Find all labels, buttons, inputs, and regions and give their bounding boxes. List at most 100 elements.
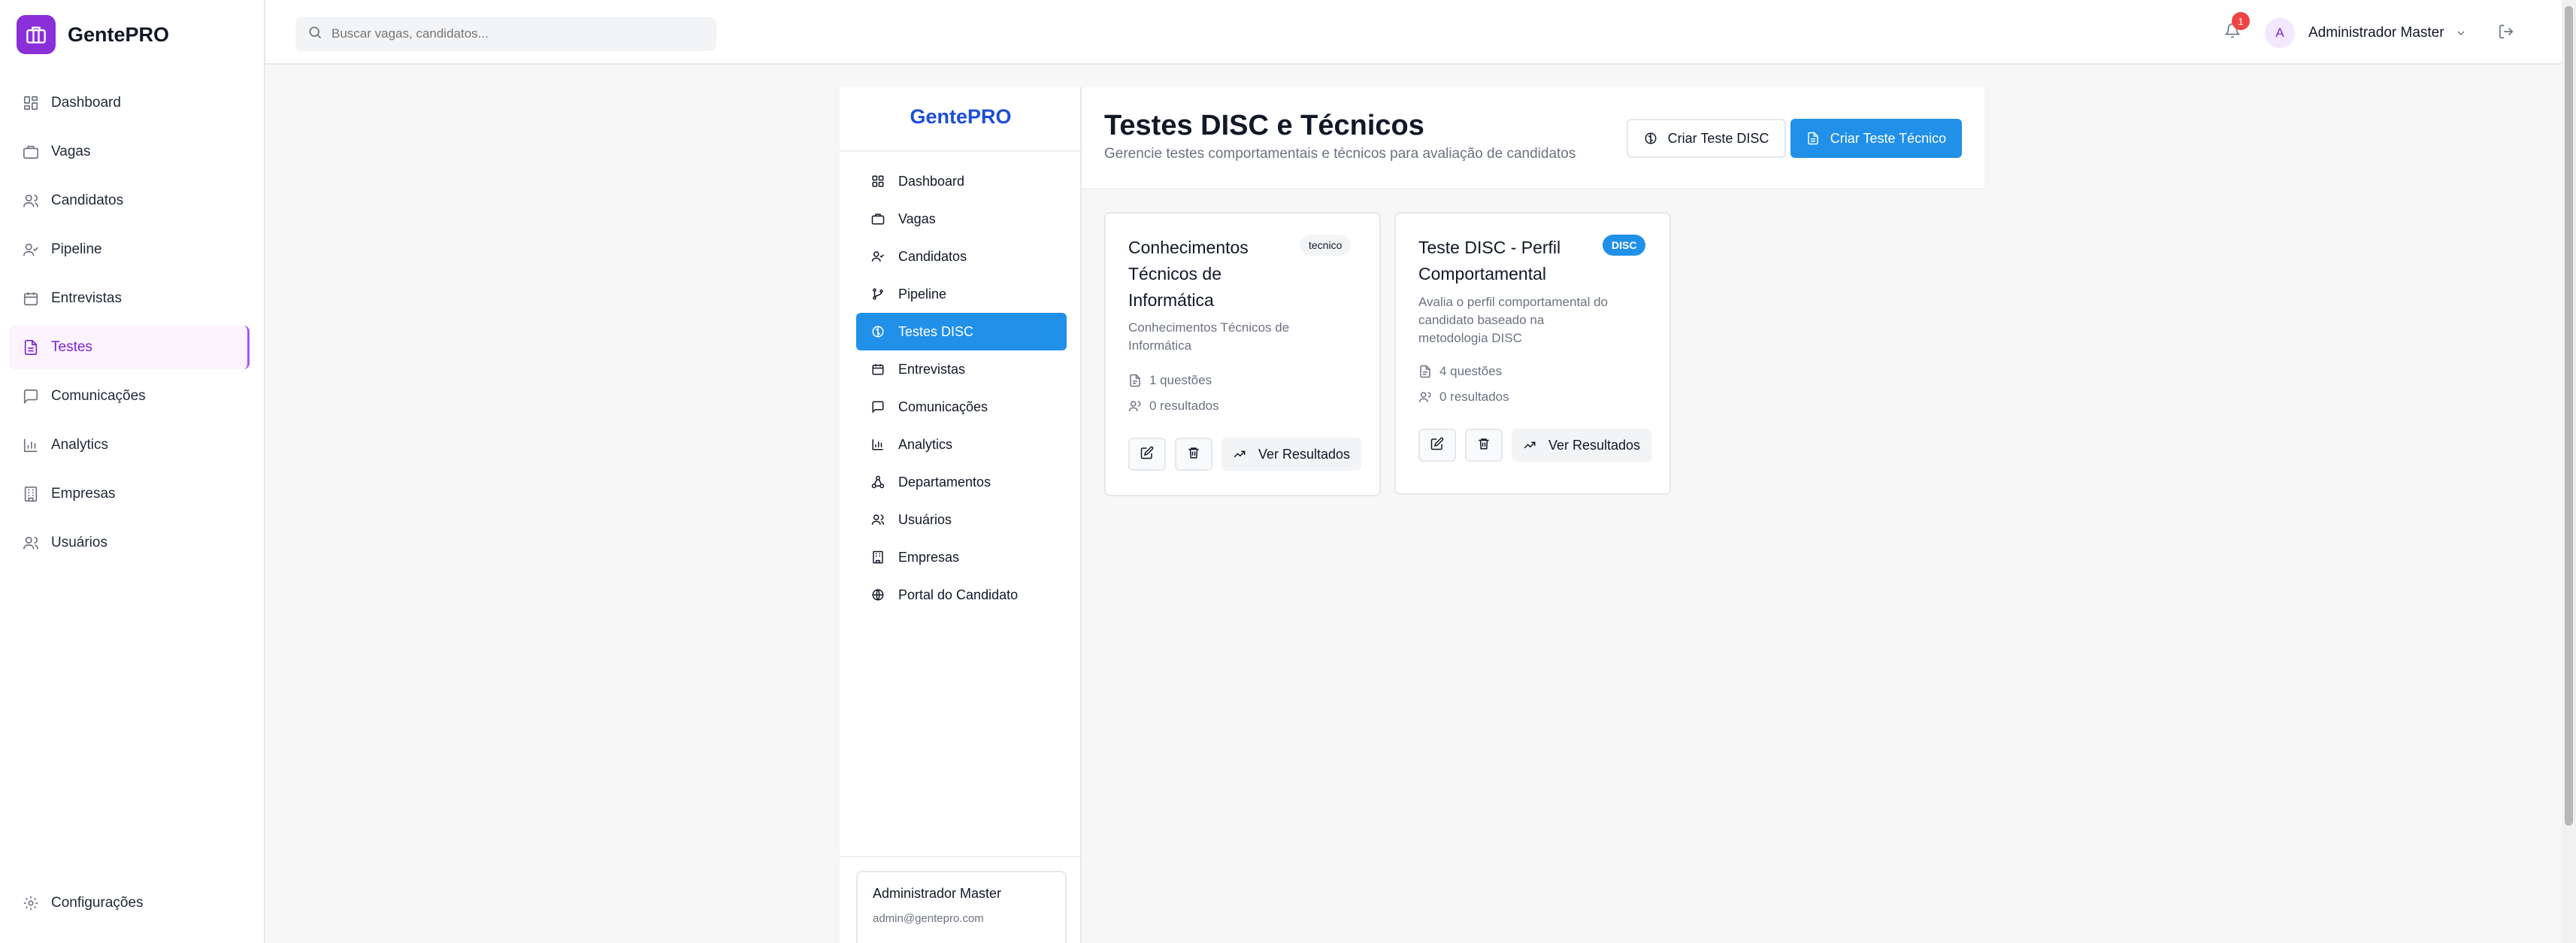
inner-item-candidatos[interactable]: Candidatos: [856, 238, 1067, 275]
inner-item-portal-candidato[interactable]: Portal do Candidato: [856, 576, 1067, 614]
file-text-icon: [21, 338, 41, 357]
inner-item-pipeline[interactable]: Pipeline: [856, 275, 1067, 313]
view-results-button[interactable]: Ver Resultados: [1512, 429, 1651, 462]
results-count-text: 0 resultados: [1149, 399, 1219, 413]
edit-button[interactable]: [1418, 429, 1456, 462]
bar-chart-icon: [870, 436, 886, 453]
sidebar-item-label: Dashboard: [51, 95, 121, 111]
inner-item-label: Portal do Candidato: [898, 587, 1019, 602]
dashboard-icon: [870, 173, 886, 190]
user-check-icon: [870, 248, 886, 265]
inner-item-label: Empresas: [898, 549, 960, 565]
calendar-icon: [870, 361, 886, 378]
edit-icon: [1430, 437, 1444, 454]
sidebar-item-entrevistas[interactable]: Entrevistas: [9, 277, 250, 320]
create-technical-test-button[interactable]: Criar Teste Técnico: [1790, 119, 1962, 158]
top-bar: 1 A Administrador Master: [265, 0, 2562, 65]
sidebar-item-candidatos[interactable]: Candidatos: [9, 179, 250, 223]
inner-item-label: Candidatos: [898, 248, 967, 264]
test-type-badge: DISC: [1603, 235, 1646, 256]
sidebar-item-configuracoes[interactable]: Configurações: [9, 881, 250, 925]
inner-nav: Dashboard Vagas Candidatos Pipeline Test…: [856, 162, 1067, 614]
delete-button[interactable]: [1465, 429, 1503, 462]
trending-up-icon: [1233, 447, 1246, 461]
network-icon: [870, 474, 886, 490]
file-icon: [1128, 374, 1142, 387]
chevron-down-icon: [2455, 27, 2467, 39]
gear-icon: [21, 893, 41, 913]
building-icon: [870, 549, 886, 565]
sidebar-item-label: Entrevistas: [51, 290, 122, 306]
building-icon: [21, 484, 41, 504]
inner-item-label: Vagas: [898, 211, 936, 226]
inner-item-usuarios[interactable]: Usuários: [856, 501, 1067, 538]
inner-user-name: Administrador Master: [873, 886, 1002, 901]
inner-item-dashboard[interactable]: Dashboard: [856, 162, 1067, 200]
view-results-label: Ver Resultados: [1548, 437, 1641, 453]
sidebar-nav: Dashboard Vagas Candidatos Pipeline Entr…: [9, 81, 250, 570]
edit-button[interactable]: [1128, 438, 1166, 471]
sidebar-item-label: Configurações: [51, 895, 144, 911]
calendar-icon: [21, 289, 41, 308]
trash-icon: [1187, 446, 1200, 463]
search-box[interactable]: [295, 17, 716, 51]
inner-item-departamentos[interactable]: Departamentos: [856, 463, 1067, 501]
inner-sidebar: GentePRO Dashboard Vagas Candidatos Pipe…: [840, 87, 1082, 943]
brand-name: GentePRO: [68, 23, 170, 46]
inner-user-card[interactable]: Administrador Master admin@gentepro.com: [856, 871, 1067, 943]
inner-item-analytics[interactable]: Analytics: [856, 426, 1067, 463]
search-input[interactable]: [331, 26, 692, 41]
sidebar: GentePRO Dashboard Vagas Candidatos Pipe…: [0, 0, 265, 943]
message-icon: [870, 399, 886, 415]
users-icon: [870, 511, 886, 528]
delete-button[interactable]: [1175, 438, 1212, 471]
sidebar-item-usuarios[interactable]: Usuários: [9, 521, 250, 565]
page-subtitle: Gerencie testes comportamentais e técnic…: [1104, 146, 1576, 162]
edit-icon: [1140, 446, 1154, 463]
inner-brand[interactable]: GentePRO: [840, 105, 1082, 129]
sidebar-footer: Configurações: [9, 881, 250, 930]
inner-item-vagas[interactable]: Vagas: [856, 200, 1067, 238]
sidebar-item-testes[interactable]: Testes: [9, 326, 250, 369]
inner-item-entrevistas[interactable]: Entrevistas: [856, 350, 1067, 388]
sidebar-item-analytics[interactable]: Analytics: [9, 423, 250, 467]
user-menu[interactable]: A Administrador Master: [2265, 18, 2467, 48]
users-icon: [1418, 390, 1432, 404]
sidebar-item-label: Analytics: [51, 437, 109, 453]
results-count: 0 resultados: [1418, 390, 1509, 405]
inner-item-label: Analytics: [898, 436, 953, 452]
git-branch-icon: [870, 286, 886, 302]
questions-count: 4 questões: [1418, 364, 1502, 379]
scrollbar-thumb[interactable]: [2565, 6, 2573, 826]
inner-item-label: Entrevistas: [898, 361, 966, 377]
sidebar-item-label: Empresas: [51, 486, 116, 502]
test-card-description: Avalia o perfil comportamental do candid…: [1418, 295, 1608, 345]
avatar: A: [2265, 18, 2295, 48]
create-disc-test-button[interactable]: Criar Teste DISC: [1627, 119, 1786, 158]
sidebar-item-vagas[interactable]: Vagas: [9, 130, 250, 174]
test-card: Conhecimentos Técnicos de Informática te…: [1104, 212, 1381, 496]
scrollbar[interactable]: [2562, 0, 2576, 943]
sidebar-item-pipeline[interactable]: Pipeline: [9, 228, 250, 271]
sidebar-item-label: Pipeline: [51, 241, 102, 257]
inner-item-label: Usuários: [898, 511, 952, 527]
logout-button[interactable]: [2496, 23, 2517, 44]
brain-icon: [1644, 132, 1657, 145]
inner-item-label: Dashboard: [898, 173, 965, 189]
inner-item-testes-disc[interactable]: Testes DISC: [856, 313, 1067, 350]
briefcase-logo-icon: [17, 15, 56, 54]
inner-item-empresas[interactable]: Empresas: [856, 538, 1067, 576]
sidebar-item-label: Candidatos: [51, 193, 124, 208]
test-card-title: Conhecimentos Técnicos de Informática: [1128, 238, 1249, 310]
logout-icon: [2498, 23, 2514, 44]
inner-item-label: Comunicações: [898, 399, 988, 414]
sidebar-item-comunicacoes[interactable]: Comunicações: [9, 374, 250, 418]
sidebar-item-empresas[interactable]: Empresas: [9, 472, 250, 516]
sidebar-item-dashboard[interactable]: Dashboard: [9, 81, 250, 125]
inner-item-label: Pipeline: [898, 286, 947, 302]
trash-icon: [1477, 437, 1491, 454]
brand[interactable]: GentePRO: [17, 15, 169, 54]
inner-item-comunicacoes[interactable]: Comunicações: [856, 388, 1067, 426]
view-results-button[interactable]: Ver Resultados: [1221, 438, 1361, 471]
notifications-button[interactable]: 1: [2220, 12, 2250, 45]
